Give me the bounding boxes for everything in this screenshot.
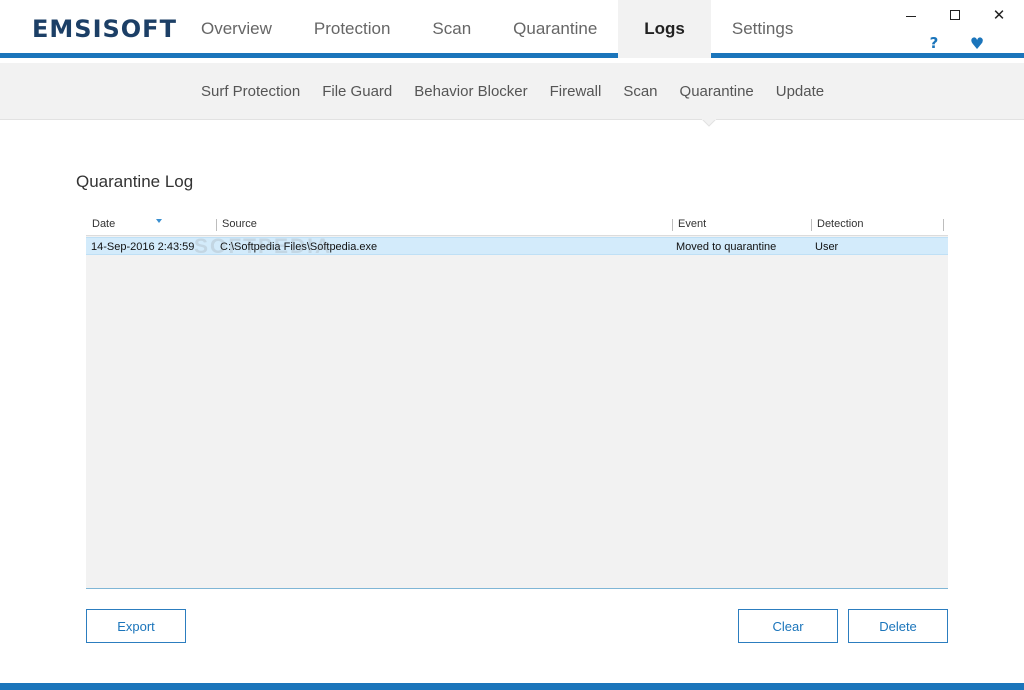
cell-date: 14-Sep-2016 2:43:59 — [91, 241, 195, 253]
column-header-detection[interactable]: Detection — [811, 218, 945, 234]
cell-event: Moved to quarantine — [676, 241, 777, 253]
column-header-source[interactable]: Source — [216, 218, 672, 234]
export-button[interactable]: Export — [86, 609, 186, 643]
subnav-file-guard[interactable]: File Guard — [311, 63, 403, 120]
heart-icon[interactable]: ♥ — [966, 33, 988, 53]
minimize-icon[interactable] — [900, 4, 922, 26]
active-subnav-pointer — [702, 119, 716, 127]
subnav-scan[interactable]: Scan — [612, 63, 668, 120]
main-nav: Overview Protection Scan Quarantine Logs… — [180, 0, 814, 58]
cell-detection: User — [815, 241, 839, 253]
clear-button[interactable]: Clear — [738, 609, 838, 643]
column-separator[interactable] — [672, 219, 673, 231]
sort-descending-icon — [156, 219, 162, 223]
help-icon[interactable]: ? — [924, 33, 944, 53]
delete-button[interactable]: Delete — [848, 609, 948, 643]
tab-scan[interactable]: Scan — [411, 0, 492, 58]
column-header-date-label: Date — [92, 218, 116, 230]
tab-settings[interactable]: Settings — [711, 0, 814, 58]
table-header: Date Source Event Detection — [86, 213, 948, 236]
column-header-date[interactable]: Date — [92, 218, 216, 234]
page-title: Quarantine Log — [76, 172, 194, 191]
column-separator[interactable] — [943, 219, 944, 231]
column-header-source-label: Source — [222, 218, 257, 230]
cell-source: C:\Softpedia Files\Softpedia.exe — [220, 241, 378, 253]
bottom-accent-bar — [0, 683, 1024, 690]
column-separator[interactable] — [216, 219, 217, 231]
tab-logs[interactable]: Logs — [618, 0, 711, 58]
subnav-behavior-blocker[interactable]: Behavior Blocker — [403, 63, 538, 120]
table-row[interactable]: 14-Sep-2016 2:43:59 C:\Softpedia Files\S… — [86, 237, 948, 255]
subnav-firewall[interactable]: Firewall — [539, 63, 613, 120]
column-separator[interactable] — [811, 219, 812, 231]
maximize-icon[interactable] — [944, 4, 966, 26]
top-bar: EMSISOFT Overview Protection Scan Quaran… — [0, 0, 1024, 58]
subnav-quarantine[interactable]: Quarantine — [669, 63, 765, 120]
column-header-event[interactable]: Event — [672, 218, 811, 234]
column-header-event-label: Event — [678, 218, 707, 230]
emsisoft-logo: EMSISOFT — [32, 15, 177, 43]
close-icon[interactable]: ✕ — [988, 4, 1010, 26]
subnav-surf-protection[interactable]: Surf Protection — [190, 63, 311, 120]
sub-nav: Surf Protection File Guard Behavior Bloc… — [0, 63, 1024, 127]
log-table: Date Source Event Detection 14-Sep-2016 … — [86, 213, 948, 589]
column-header-detection-label: Detection — [817, 218, 864, 230]
tab-protection[interactable]: Protection — [293, 0, 412, 58]
tab-overview[interactable]: Overview — [180, 0, 293, 58]
subnav-update[interactable]: Update — [765, 63, 835, 120]
tab-quarantine[interactable]: Quarantine — [492, 0, 618, 58]
